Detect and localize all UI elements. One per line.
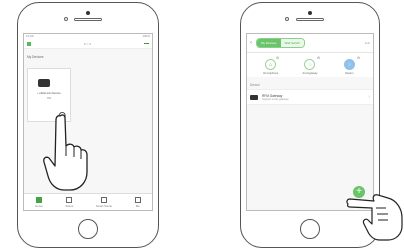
tapping-hand-icon <box>43 112 88 191</box>
app-header: ‹ My Devices Wall Switch Edit <box>247 34 373 53</box>
scene-label: Arming/home <box>262 72 279 75</box>
device-sub: Support smart gateway <box>262 97 289 101</box>
device-name: • eWeLink Device <box>37 91 61 95</box>
scene-arming-home[interactable]: ⌂ Arming/home <box>258 59 284 75</box>
scene-icon <box>66 196 73 203</box>
smart-scene-icon <box>100 196 107 203</box>
tab-label: Home <box>35 203 43 208</box>
segment-wall-switch[interactable]: Wall Switch <box>280 39 304 47</box>
sensor-dot <box>64 17 68 21</box>
tab-bar: Home Scene Smart Scene Me <box>24 193 152 210</box>
tab-me[interactable]: Me <box>134 196 141 208</box>
device-status: ON <box>47 97 51 100</box>
section-label: Device <box>250 83 260 87</box>
tab-label: Me <box>135 203 140 208</box>
gateway-icon <box>250 94 258 100</box>
scene-label: Disarm <box>345 72 354 75</box>
page-title: • :: • <box>84 41 91 46</box>
gear-icon[interactable]: ⚙ <box>357 56 360 60</box>
scene-arming-away[interactable]: ♢ Arming/away <box>297 59 323 75</box>
speaker-slot <box>74 18 102 21</box>
edit-button[interactable]: Edit <box>365 41 370 45</box>
tab-label: Scene <box>65 203 74 208</box>
shield-away-icon: ♢ <box>304 59 316 70</box>
status-battery: 100% <box>142 34 150 38</box>
device-icon <box>38 79 50 87</box>
app-header: • :: • <box>24 39 152 49</box>
tapping-hand-icon <box>346 194 403 241</box>
profile-icon <box>134 196 141 203</box>
section-label: My Devices <box>27 55 44 59</box>
right-screen: ‹ My Devices Wall Switch Edit ⌂ Arming/h… <box>246 33 374 211</box>
segmented-control: My Devices Wall Switch <box>256 38 305 48</box>
speaker-slot <box>296 18 324 21</box>
tab-scene[interactable]: Scene <box>65 196 74 208</box>
home-button[interactable] <box>300 219 320 239</box>
tab-label: Smart Scene <box>95 203 113 208</box>
back-button[interactable]: ‹ <box>250 40 252 46</box>
home-button[interactable] <box>78 219 98 239</box>
chevron-right-icon: › <box>368 94 370 100</box>
scene-disarm[interactable]: ♢ Disarm <box>336 59 362 75</box>
home-icon <box>36 196 43 203</box>
tab-home[interactable]: Home <box>35 196 43 208</box>
sensor-dot <box>285 17 289 21</box>
status-time: 10:09 <box>26 34 34 38</box>
tab-smart-scene[interactable]: Smart Scene <box>95 196 113 208</box>
scene-label: Arming/away <box>302 72 318 75</box>
gear-icon[interactable]: ⚙ <box>276 56 279 60</box>
scene-row: ⌂ Arming/home ♢ Arming/away ♢ Disarm ⚙ ⚙… <box>247 53 373 77</box>
device-row[interactable]: RFM Gateway Support smart gateway › <box>247 89 373 105</box>
shield-home-icon: ⌂ <box>265 59 277 70</box>
camera-dot <box>308 11 312 15</box>
shield-disarm-icon: ♢ <box>343 59 355 70</box>
gear-icon[interactable]: ⚙ <box>317 56 320 60</box>
camera-dot <box>86 11 90 15</box>
app-logo-icon <box>27 41 31 46</box>
menu-icon[interactable] <box>143 42 149 45</box>
segment-my-devices[interactable]: My Devices <box>257 39 281 47</box>
